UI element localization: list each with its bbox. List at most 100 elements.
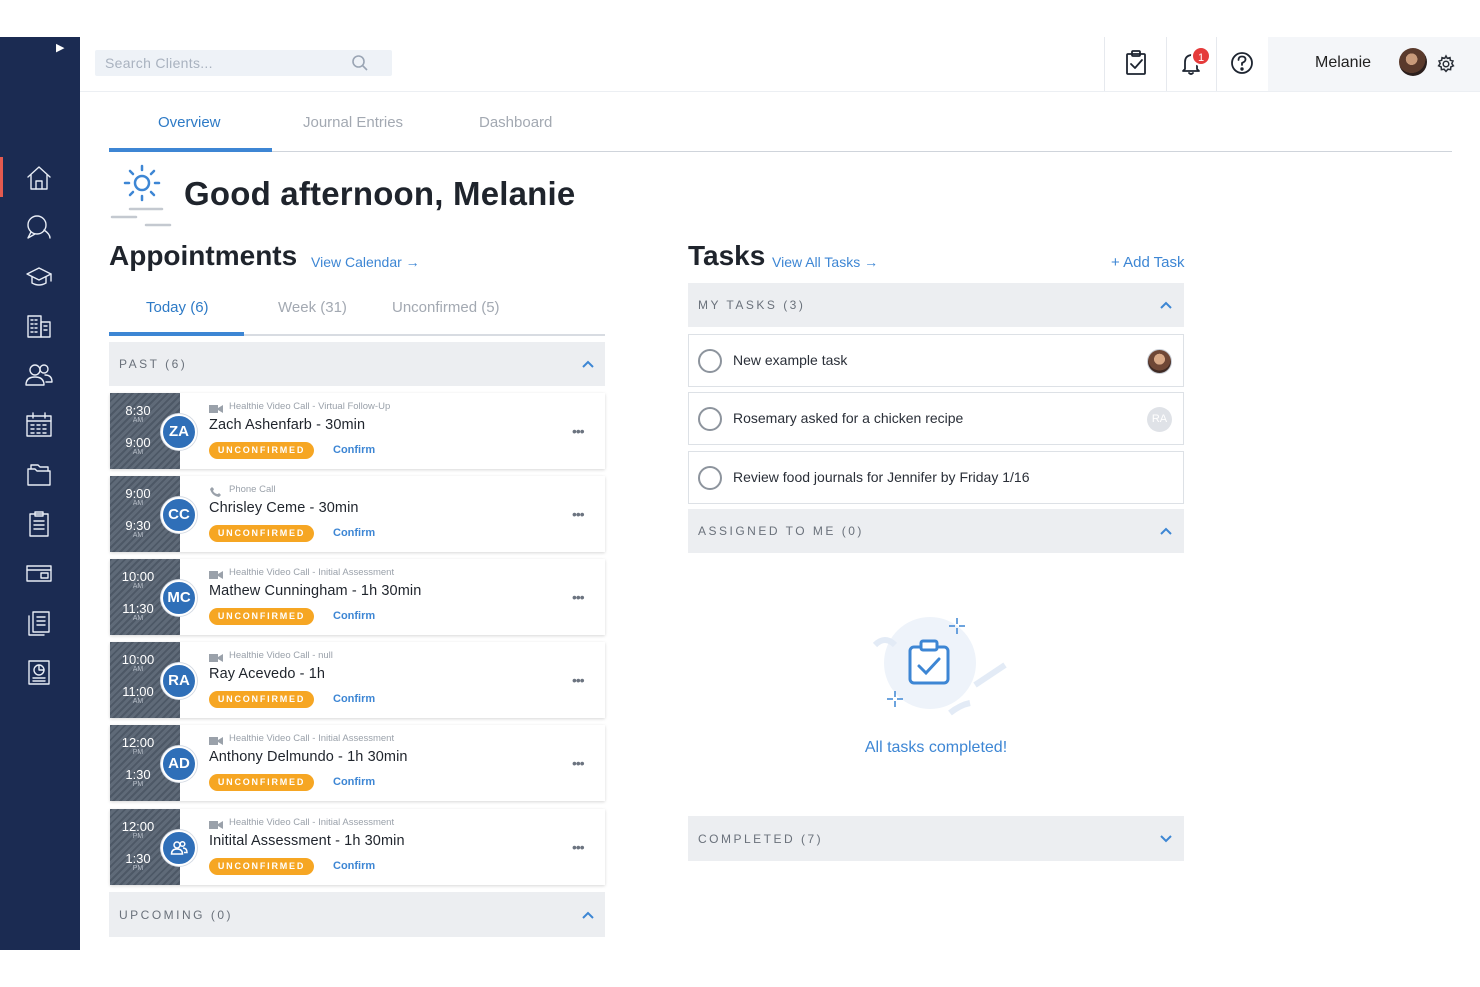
group-avatar[interactable] xyxy=(161,830,197,866)
appointment-card[interactable]: 12:00 PM 1:30 PM Healthie Video Call - I… xyxy=(110,809,605,885)
more-options-icon[interactable]: ••• xyxy=(572,589,588,605)
upcoming-group-label: UPCOMING (0) xyxy=(119,908,233,922)
nav-education-icon[interactable] xyxy=(24,262,54,292)
appointment-card[interactable]: 12:00 PM 1:30 PM AD Healthie Video Call … xyxy=(110,725,605,801)
nav-billing-icon[interactable] xyxy=(24,558,54,588)
client-avatar[interactable]: ZA xyxy=(161,414,197,450)
start-time: 12:00 xyxy=(121,735,155,750)
confirm-link[interactable]: Confirm xyxy=(333,444,375,456)
nav-reports-icon[interactable] xyxy=(24,657,54,687)
upcoming-group-header[interactable]: UPCOMING (0) xyxy=(109,892,605,937)
nav-folders-icon[interactable] xyxy=(24,459,54,489)
nav-chat-icon[interactable] xyxy=(24,212,54,242)
header-divider xyxy=(1166,37,1167,91)
more-options-icon[interactable]: ••• xyxy=(572,755,588,771)
task-item[interactable]: Rosemary asked for a chicken recipe RA xyxy=(688,392,1184,445)
settings-gear-icon[interactable] xyxy=(1436,54,1456,74)
search-input[interactable] xyxy=(95,50,345,76)
end-ampm: PM xyxy=(132,865,144,872)
task-complete-checkbox[interactable] xyxy=(698,349,722,373)
confirm-link[interactable]: Confirm xyxy=(333,527,375,539)
end-ampm: AM xyxy=(132,698,144,705)
task-item[interactable]: New example task xyxy=(688,334,1184,387)
appointments-title: Appointments xyxy=(109,240,298,271)
start-time: 10:00 xyxy=(121,652,155,667)
appt-tab-today[interactable]: Today (6) xyxy=(146,299,209,316)
active-tab-underline xyxy=(109,148,272,152)
more-options-icon[interactable]: ••• xyxy=(572,506,588,522)
status-badge: UNCONFIRMED xyxy=(209,858,314,875)
status-badge: UNCONFIRMED xyxy=(209,774,314,791)
appointment-card[interactable]: 8:30 AM 9:00 AM ZA Healthie Video Call -… xyxy=(110,393,605,469)
video-icon xyxy=(209,650,223,662)
client-avatar[interactable]: AD xyxy=(161,746,197,782)
add-task-button[interactable]: + Add Task xyxy=(1111,254,1185,271)
appointment-type: Healthie Video Call - Initial Assessment xyxy=(229,567,395,578)
end-time: 9:30 xyxy=(125,518,151,533)
nav-home-icon[interactable] xyxy=(24,163,54,193)
task-item[interactable]: Review food journals for Jennifer by Fri… xyxy=(688,451,1184,504)
status-badge: UNCONFIRMED xyxy=(209,608,314,625)
appointment-card[interactable]: 9:00 AM 9:30 AM CC Phone Call Chrisley C… xyxy=(110,476,605,552)
client-avatar[interactable]: RA xyxy=(161,663,197,699)
nav-documents-icon[interactable] xyxy=(24,608,54,638)
nav-organization-icon[interactable] xyxy=(24,311,54,341)
end-time: 1:30 xyxy=(125,767,151,782)
end-ampm: AM xyxy=(132,615,144,622)
chevron-up-icon[interactable] xyxy=(581,908,595,922)
view-calendar-link[interactable]: View Calendar → xyxy=(311,254,420,270)
active-nav-indicator xyxy=(0,157,3,197)
video-icon xyxy=(209,567,223,579)
end-time: 11:30 xyxy=(122,601,154,616)
tasks-checklist-icon[interactable] xyxy=(1121,48,1151,78)
user-menu[interactable]: Melanie xyxy=(1268,37,1480,91)
more-options-icon[interactable]: ••• xyxy=(572,423,588,439)
view-all-tasks-link[interactable]: View All Tasks → xyxy=(772,254,878,270)
appointment-card[interactable]: 10:00 AM 11:00 AM RA Healthie Video Call… xyxy=(110,642,605,718)
task-text: Rosemary asked for a chicken recipe xyxy=(733,410,964,426)
appointment-card[interactable]: 10:00 AM 11:30 AM MC Healthie Video Call… xyxy=(110,559,605,635)
past-group-header[interactable]: PAST (6) xyxy=(109,342,605,386)
my-tasks-group-header[interactable]: MY TASKS (3) xyxy=(688,283,1184,327)
status-badge: UNCONFIRMED xyxy=(209,525,314,542)
video-icon xyxy=(209,733,223,745)
confirm-link[interactable]: Confirm xyxy=(333,776,375,788)
end-ampm: AM xyxy=(132,532,144,539)
task-text: Review food journals for Jennifer by Fri… xyxy=(733,469,1030,485)
appt-tab-unconfirmed[interactable]: Unconfirmed (5) xyxy=(392,299,500,316)
expand-sidebar-icon[interactable]: ▶ xyxy=(56,41,70,55)
assignee-avatar: RA xyxy=(1147,407,1172,432)
completed-group-header[interactable]: COMPLETED (7) xyxy=(688,816,1184,861)
tab-journal-entries[interactable]: Journal Entries xyxy=(303,114,403,131)
appt-tab-week[interactable]: Week (31) xyxy=(278,299,347,316)
user-avatar[interactable] xyxy=(1399,48,1427,76)
tab-dashboard[interactable]: Dashboard xyxy=(479,114,552,131)
nav-calendar-icon[interactable] xyxy=(24,410,54,440)
nav-forms-icon[interactable] xyxy=(24,509,54,539)
end-time: 1:30 xyxy=(125,851,151,866)
start-ampm: PM xyxy=(132,749,144,756)
chevron-up-icon[interactable] xyxy=(1159,524,1173,538)
nav-clients-icon[interactable] xyxy=(24,360,54,390)
task-complete-checkbox[interactable] xyxy=(698,407,722,431)
assigned-to-me-label: ASSIGNED TO ME (0) xyxy=(698,524,864,538)
confirm-link[interactable]: Confirm xyxy=(333,860,375,872)
confirm-link[interactable]: Confirm xyxy=(333,693,375,705)
task-complete-checkbox[interactable] xyxy=(698,466,722,490)
assigned-to-me-group-header[interactable]: ASSIGNED TO ME (0) xyxy=(688,509,1184,553)
search-icon[interactable] xyxy=(351,54,369,72)
start-time: 9:00 xyxy=(125,486,151,501)
tab-overview[interactable]: Overview xyxy=(158,114,221,131)
chevron-up-icon[interactable] xyxy=(1159,298,1173,312)
client-avatar[interactable]: CC xyxy=(161,497,197,533)
video-icon xyxy=(209,401,223,413)
client-avatar[interactable]: MC xyxy=(161,580,197,616)
confirm-link[interactable]: Confirm xyxy=(333,610,375,622)
more-options-icon[interactable]: ••• xyxy=(572,839,588,855)
more-options-icon[interactable]: ••• xyxy=(572,672,588,688)
help-icon[interactable] xyxy=(1227,48,1257,78)
chevron-down-icon[interactable] xyxy=(1159,832,1173,846)
appointment-title: Chrisley Ceme - 30min xyxy=(209,500,359,516)
chevron-up-icon[interactable] xyxy=(581,357,595,371)
past-group-label: PAST (6) xyxy=(119,357,188,371)
